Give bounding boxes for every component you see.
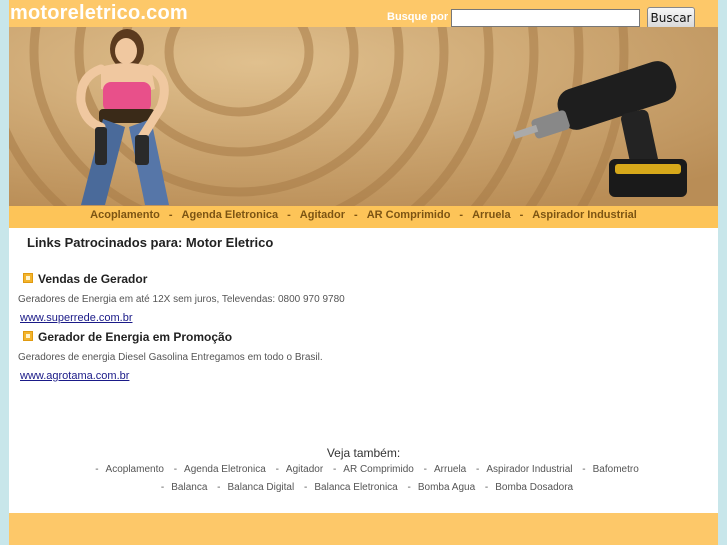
category-nav: Acoplamento - Agenda Eletronica - Agitador - A… <box>9 206 718 228</box>
see-also-link[interactable]: Acoplamento <box>106 464 164 475</box>
see-also-separator: - <box>95 464 99 475</box>
see-also-row-1: - Acoplamento - Agenda Eletronica - Agitado… <box>9 464 718 475</box>
nav-separator: - <box>354 209 358 221</box>
sponsored-ad: Vendas de Gerador Geradores de Energia e… <box>18 272 708 326</box>
nav-separator: - <box>459 209 464 221</box>
see-also-link[interactable]: Bafometro <box>593 464 639 475</box>
see-also-separator: - <box>423 464 427 475</box>
ad-title-link[interactable]: Vendas de Gerador <box>38 272 147 286</box>
search-button[interactable]: Buscar <box>647 7 695 29</box>
nav-separator: - <box>287 209 291 221</box>
hero-banner <box>9 27 718 206</box>
nav-separator: - <box>519 209 524 221</box>
nav-item-ar-comprimido[interactable]: AR Comprimido <box>367 209 451 221</box>
see-also-link[interactable]: Bomba Dosadora <box>495 482 573 493</box>
top-bar: motoreletrico.com Busque por Buscar <box>9 0 718 29</box>
see-also-link[interactable]: Balanca Digital <box>228 482 295 493</box>
ad-title-row: Gerador de Energia em Promoção <box>18 330 708 344</box>
see-also-separator: - <box>304 482 308 493</box>
search-label: Busque por <box>387 11 449 23</box>
page: motoreletrico.com Busque por Buscar Acop… <box>9 0 718 545</box>
ad-description: Geradores de energia Diesel Gasolina Ent… <box>18 352 323 363</box>
see-also-separator: - <box>332 464 337 475</box>
search-input[interactable] <box>451 9 640 27</box>
nav-item-agenda-eletronica[interactable]: Agenda Eletronica <box>182 209 279 221</box>
ad-url-link[interactable]: www.agrotama.com.br <box>20 370 129 382</box>
see-also-row-2: - Balanca - Balanca Digital - Balanca Eletr… <box>9 482 718 493</box>
see-also-separator: - <box>407 482 411 493</box>
sponsored-links-heading: Links Patrocinados para: Motor Eletrico <box>27 235 274 250</box>
see-also-separator: - <box>173 464 178 475</box>
see-also-link[interactable]: Bomba Agua <box>418 482 475 493</box>
nav-separator: - <box>168 209 173 221</box>
see-also-separator: - <box>275 464 279 475</box>
see-also-link[interactable]: Balanca Eletronica <box>314 482 397 493</box>
nav-item-acoplamento[interactable]: Acoplamento <box>90 209 160 221</box>
ad-title-link[interactable]: Gerador de Energia em Promoção <box>38 330 232 344</box>
see-also-link[interactable]: Agenda Eletronica <box>184 464 266 475</box>
ad-url-link[interactable]: www.superrede.com.br <box>20 312 133 324</box>
see-also-link[interactable]: AR Comprimido <box>343 464 414 475</box>
see-also-link[interactable]: Agitador <box>286 464 323 475</box>
see-also-separator: - <box>160 482 165 493</box>
see-also-separator: - <box>582 464 586 475</box>
square-bullet-icon <box>23 273 33 283</box>
see-also-link[interactable]: Aspirador Industrial <box>486 464 572 475</box>
sponsored-ad: Gerador de Energia em Promoção Geradores… <box>18 330 708 384</box>
ad-description: Geradores de Energia em até 12X sem juro… <box>18 294 345 305</box>
see-also-separator: - <box>476 464 480 475</box>
see-also-link[interactable]: Balanca <box>171 482 207 493</box>
ad-title-row: Vendas de Gerador <box>18 272 708 286</box>
site-logo[interactable]: motoreletrico.com <box>10 2 188 25</box>
see-also-link[interactable]: Arruela <box>434 464 466 475</box>
see-also-title: Veja também: <box>326 446 401 460</box>
footer-bar <box>9 513 718 545</box>
nav-item-arruela[interactable]: Arruela <box>472 209 511 221</box>
nav-item-aspirador-industrial[interactable]: Aspirador Industrial <box>532 209 637 221</box>
square-bullet-icon <box>23 331 33 341</box>
see-also-separator: - <box>217 482 221 493</box>
see-also-separator: - <box>484 482 489 493</box>
nav-item-agitador[interactable]: Agitador <box>300 209 345 221</box>
banner-artwork <box>9 27 718 206</box>
